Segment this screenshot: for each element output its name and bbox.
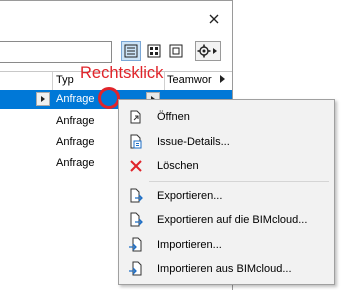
window-top-border [0, 0, 232, 1]
menu-item-import-bimcloud[interactable]: Importieren aus BIMcloud... [121, 259, 332, 279]
menu-item-export[interactable]: Exportieren... [121, 186, 332, 206]
export-bimcloud-icon [125, 210, 147, 230]
single-view-icon [169, 44, 183, 58]
menu-item-label: Importieren... [157, 239, 222, 251]
row-type: Anfrage [56, 136, 95, 148]
context-menu: Öffnen Issue-Details... Löschen Exportie… [118, 99, 335, 285]
open-icon [125, 107, 147, 127]
list-view-icon [124, 44, 138, 58]
grid-view-icon [147, 44, 161, 58]
menu-item-issue-details[interactable]: Issue-Details... [121, 132, 332, 152]
settings-button[interactable] [195, 41, 221, 61]
settings-gear-icon [197, 44, 217, 58]
row-type: Anfrage [56, 157, 95, 169]
grid-view-button[interactable] [144, 41, 164, 61]
scroll-right-icon[interactable] [219, 73, 227, 88]
single-view-button[interactable] [166, 41, 186, 61]
row-type: Anfrage [56, 93, 95, 105]
menu-item-label: Löschen [157, 160, 199, 172]
search-input[interactable] [0, 41, 112, 63]
column-header-type[interactable]: Typ [56, 74, 74, 86]
issue-details-icon [125, 132, 147, 152]
column-header-teamwork[interactable]: Teamwor [167, 74, 212, 86]
column-divider[interactable] [52, 72, 53, 90]
row-type: Anfrage [56, 115, 95, 127]
list-view-button[interactable] [121, 41, 141, 61]
menu-item-label: Öffnen [157, 111, 190, 123]
menu-item-open[interactable]: Öffnen [121, 107, 332, 127]
menu-item-label: Issue-Details... [157, 136, 230, 148]
menu-item-export-bimcloud[interactable]: Exportieren auf die BIMcloud... [121, 210, 332, 230]
column-divider[interactable] [164, 72, 165, 90]
chevron-right-icon [41, 96, 45, 102]
row-expand-button[interactable] [36, 92, 50, 106]
menu-item-delete[interactable]: Löschen [121, 156, 332, 176]
menu-separator [149, 181, 329, 182]
import-bimcloud-icon [125, 259, 147, 279]
right-click-annotation: Rechtsklick [80, 64, 164, 82]
export-icon [125, 186, 147, 206]
menu-item-label: Exportieren auf die BIMcloud... [157, 214, 308, 226]
close-icon [209, 14, 219, 24]
right-click-marker [98, 87, 120, 109]
menu-item-label: Exportieren... [157, 190, 223, 202]
menu-item-import[interactable]: Importieren... [121, 235, 332, 255]
import-icon [125, 235, 147, 255]
menu-item-label: Importieren aus BIMcloud... [157, 263, 292, 275]
close-button[interactable] [204, 9, 224, 29]
delete-icon [125, 156, 147, 176]
